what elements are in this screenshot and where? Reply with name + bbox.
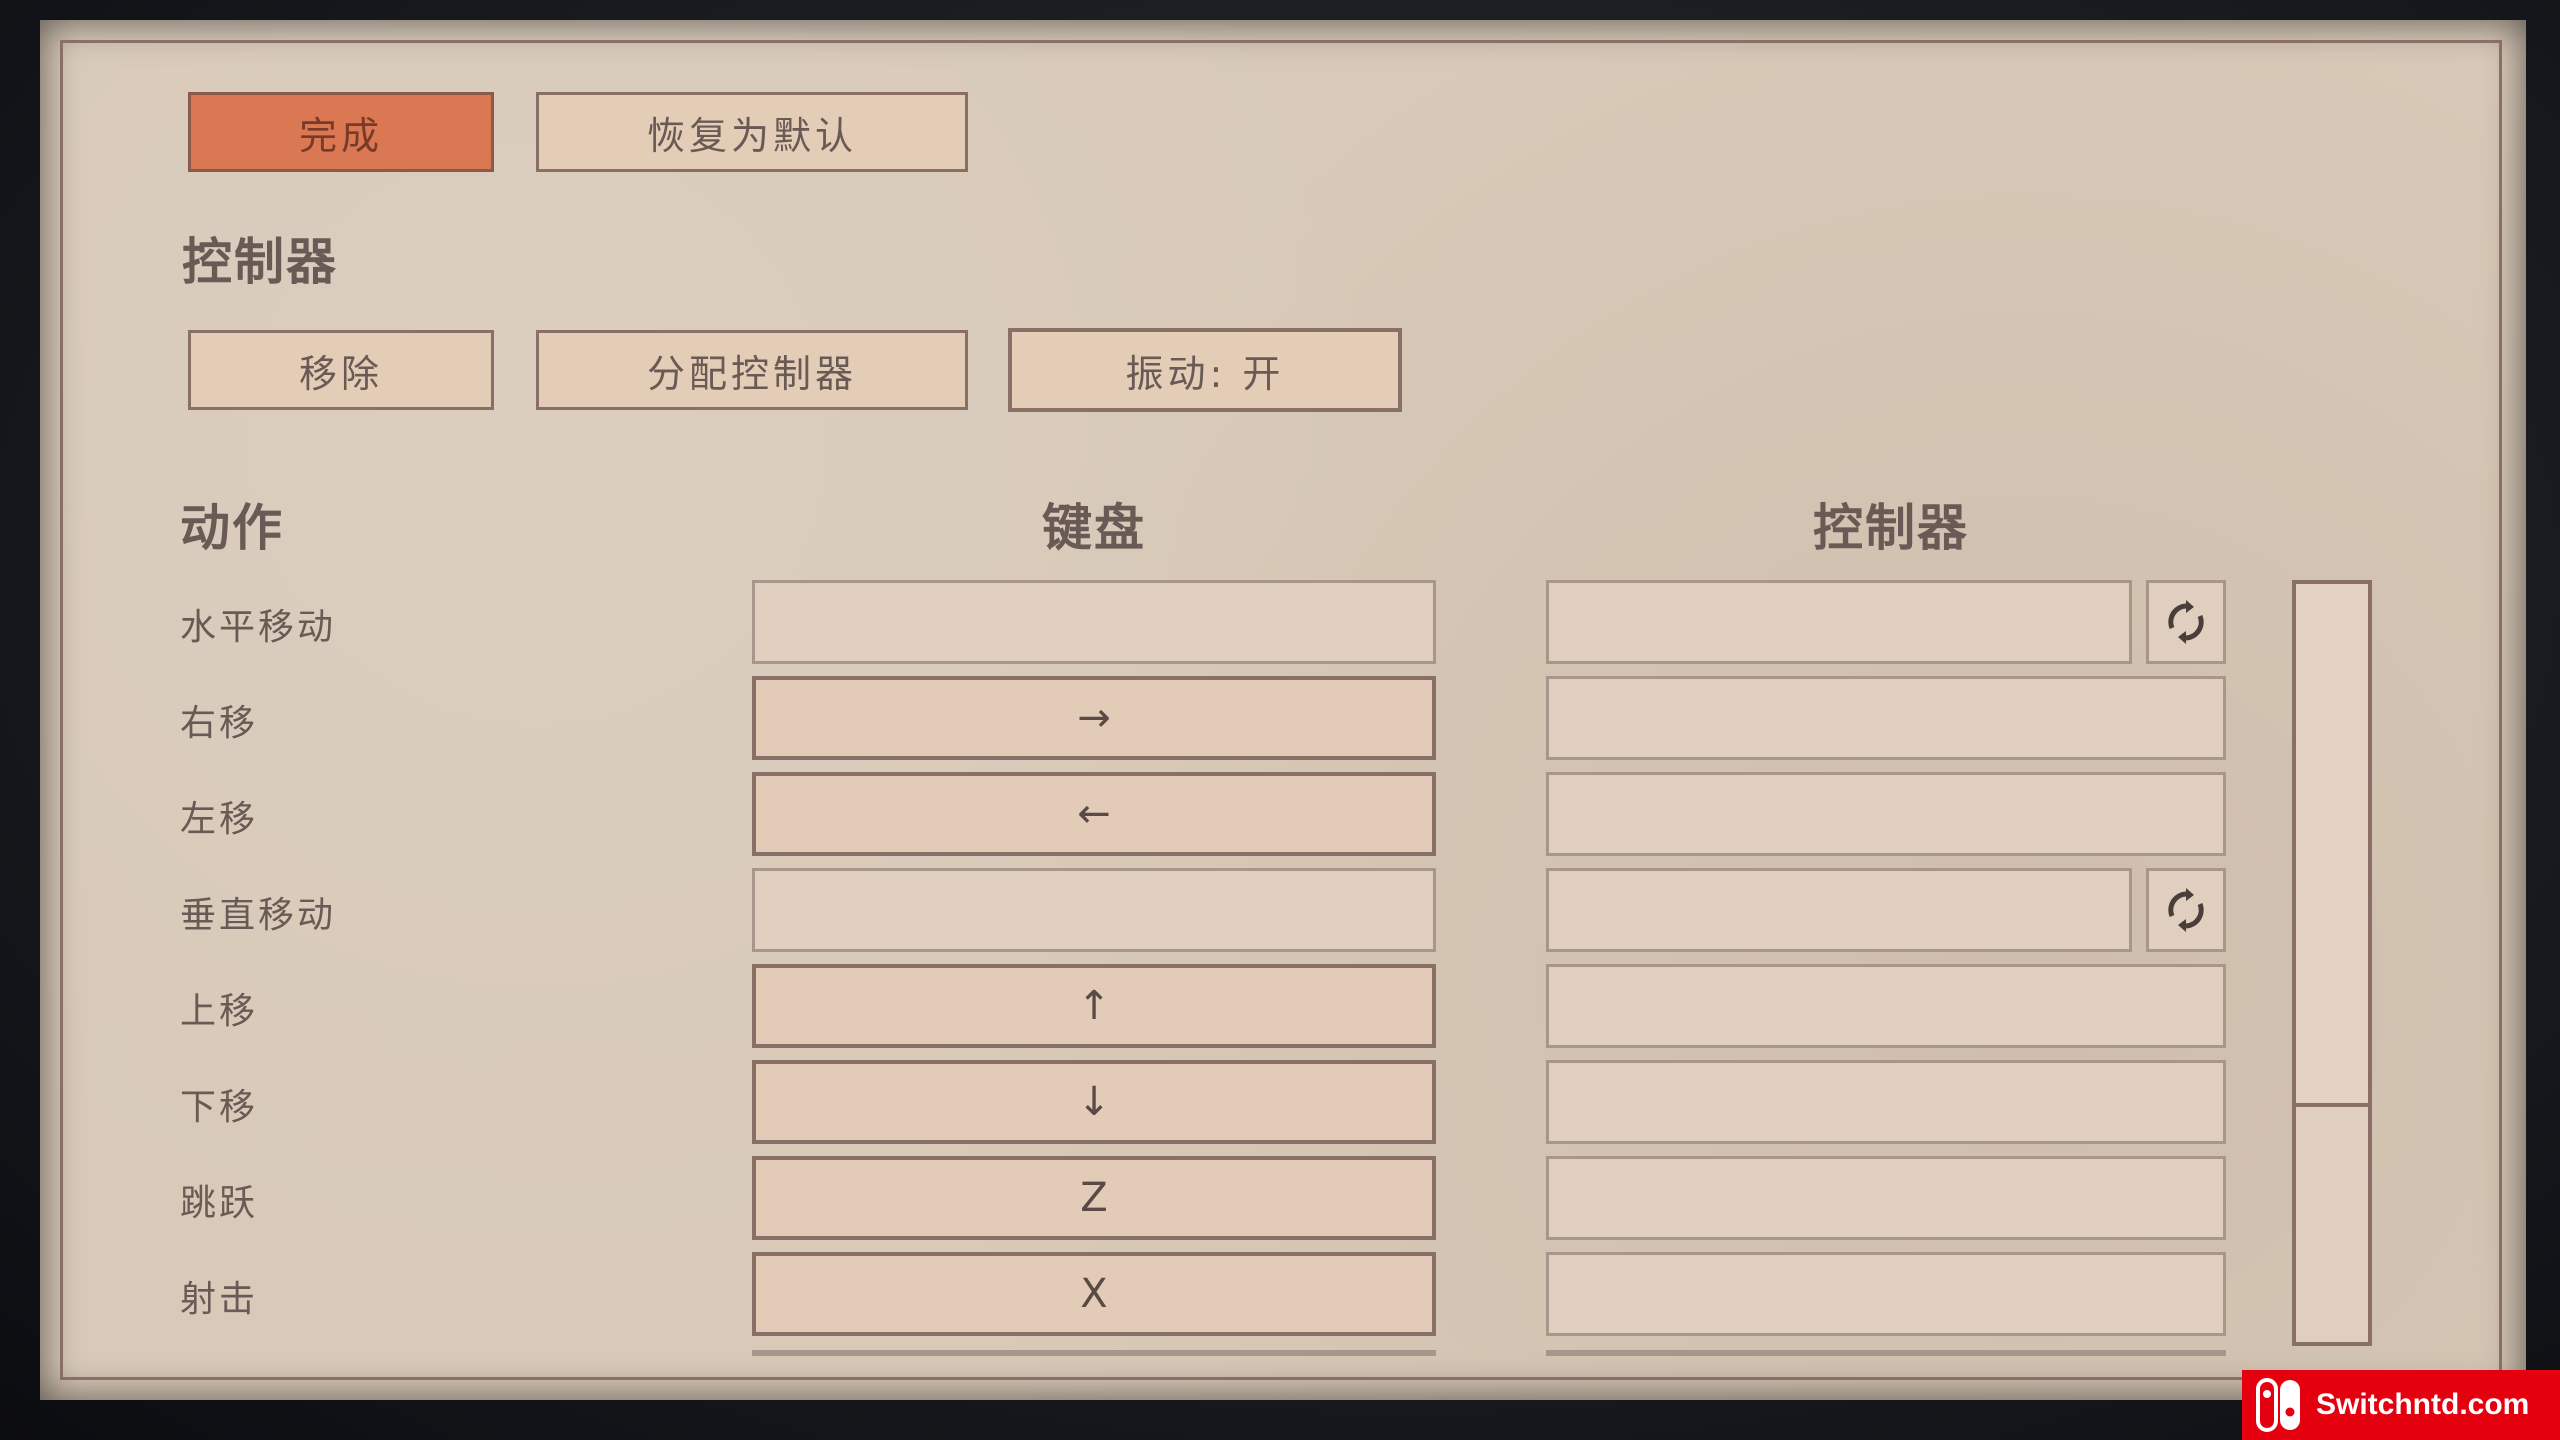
next-row-controller-edge (1546, 1350, 2226, 1356)
action-label: 射击 (180, 1279, 259, 1320)
remove-button[interactable]: 移除 (188, 330, 494, 410)
next-row-keyboard-edge (752, 1350, 1436, 1356)
action-label: 垂直移动 (180, 895, 337, 936)
action-column-heading: 动作 (180, 499, 284, 557)
assign-controller-button[interactable]: 分配控制器 (536, 330, 968, 410)
vibration-toggle-button[interactable]: 振动: 开 (1008, 328, 1402, 412)
done-button[interactable]: 完成 (188, 92, 494, 172)
controller-binding-cell[interactable] (1546, 964, 2226, 1048)
action-label: 左移 (180, 799, 259, 840)
controller-section-title: 控制器 (182, 233, 338, 291)
controller-binding-cell[interactable] (1546, 1060, 2226, 1144)
controller-binding-cell[interactable] (1546, 1252, 2226, 1336)
keyboard-binding-cell[interactable]: → (752, 676, 1436, 760)
action-label: 水平移动 (180, 607, 337, 648)
controller-binding-cell[interactable] (1546, 676, 2226, 760)
keyboard-binding-cell[interactable]: Z (752, 1156, 1436, 1240)
axis-cycle-button[interactable] (2146, 580, 2226, 664)
switch-logo-icon (2256, 1378, 2302, 1432)
keyboard-binding-cell[interactable]: ← (752, 772, 1436, 856)
keyboard-binding-cell[interactable] (752, 868, 1436, 952)
controller-binding-cell[interactable] (1546, 580, 2132, 664)
controller-binding-cell[interactable] (1546, 772, 2226, 856)
watermark-badge: Switchntd.com (2242, 1370, 2560, 1440)
keyboard-binding-cell[interactable]: ↑ (752, 964, 1436, 1048)
bindings-scrollbar[interactable] (2292, 580, 2372, 1346)
axis-cycle-button[interactable] (2146, 868, 2226, 952)
cycle-icon (2162, 598, 2210, 646)
action-label: 跳跃 (180, 1183, 259, 1224)
controller-column-heading: 控制器 (1813, 499, 1969, 557)
keyboard-column-heading: 键盘 (1042, 499, 1146, 557)
action-label: 上移 (180, 991, 259, 1032)
watermark-text: Switchntd.com (2316, 1388, 2530, 1421)
scrollbar-thumb[interactable] (2296, 584, 2368, 1107)
action-label: 右移 (180, 703, 259, 744)
action-label: 下移 (180, 1087, 259, 1128)
keyboard-binding-cell[interactable]: X (752, 1252, 1436, 1336)
controller-binding-cell[interactable] (1546, 868, 2132, 952)
controller-binding-cell[interactable] (1546, 1156, 2226, 1240)
keyboard-binding-cell[interactable] (752, 580, 1436, 664)
restore-default-button[interactable]: 恢复为默认 (536, 92, 968, 172)
cycle-icon (2162, 886, 2210, 934)
keyboard-binding-cell[interactable]: ↓ (752, 1060, 1436, 1144)
